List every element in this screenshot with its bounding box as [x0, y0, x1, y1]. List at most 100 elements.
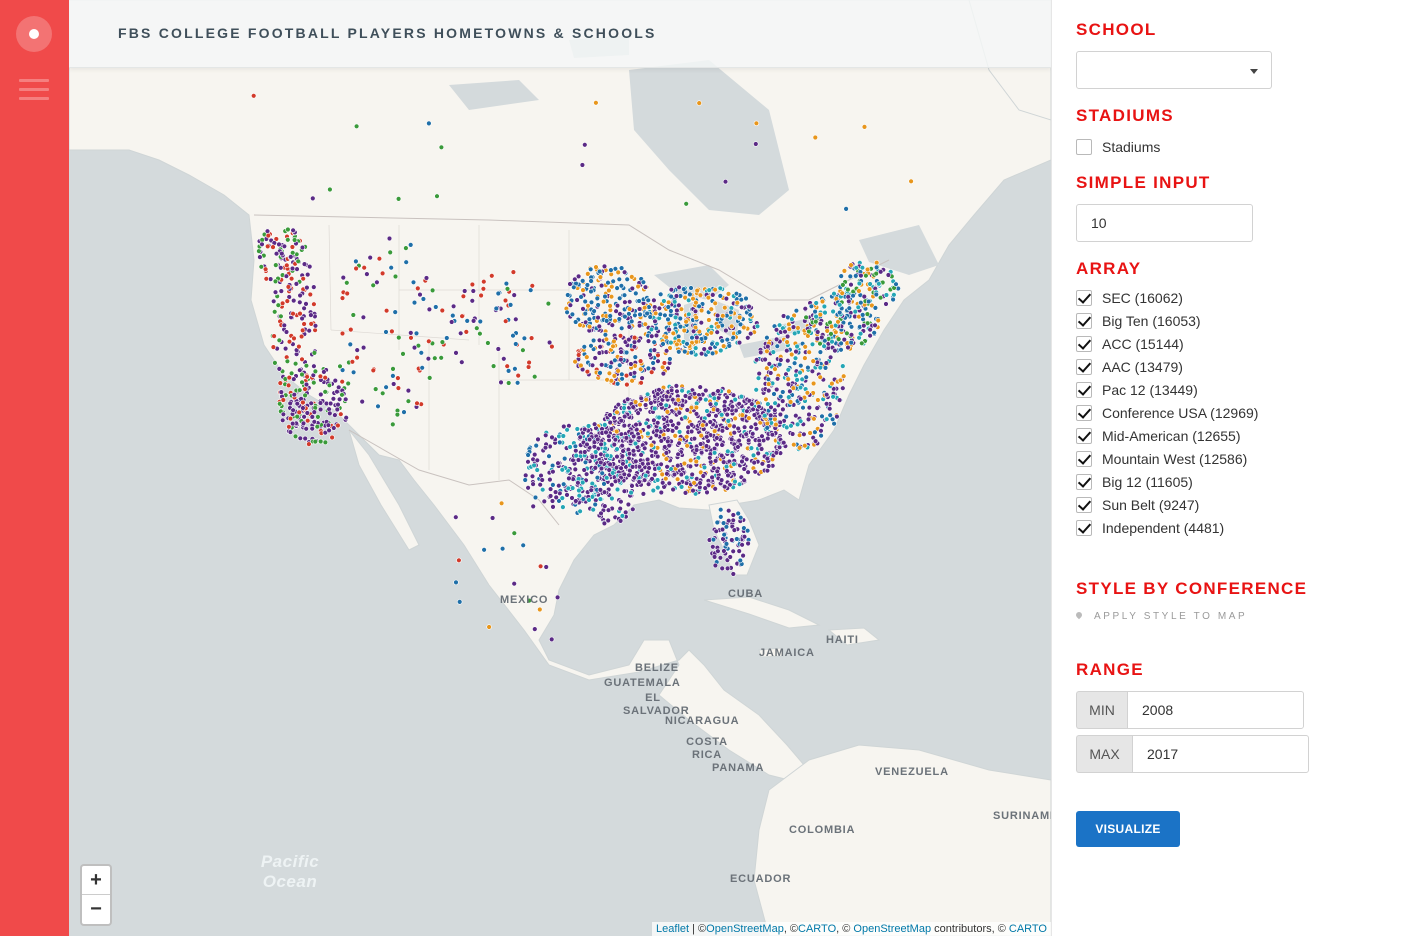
simple-input[interactable]: 10 [1076, 204, 1253, 242]
player-dot [873, 264, 880, 271]
player-dot [383, 308, 390, 314]
conference-label: Sun Belt (9247) [1102, 497, 1200, 513]
player-dot [731, 461, 737, 467]
player-dot [731, 430, 737, 436]
player-dot [891, 292, 897, 298]
player-dot [304, 284, 310, 291]
player-dot [577, 508, 583, 514]
player-dot [364, 271, 370, 277]
player-dot [756, 370, 762, 377]
player-dot [379, 270, 386, 277]
player-dot [772, 407, 778, 413]
player-dot [806, 404, 813, 411]
player-dot [663, 456, 670, 462]
player-dot [575, 457, 582, 463]
player-dot [619, 376, 625, 382]
player-dot [272, 309, 278, 315]
player-dot [603, 475, 610, 481]
player-dot [791, 442, 797, 448]
conference-checkbox[interactable] [1076, 520, 1092, 536]
player-dot [291, 335, 297, 342]
player-dot [305, 418, 311, 424]
player-dot [270, 244, 276, 250]
player-dot [597, 370, 603, 376]
conference-checkbox[interactable] [1076, 405, 1092, 421]
player-dot [719, 442, 725, 448]
player-dot [279, 250, 285, 257]
attribution-osm-link[interactable]: OpenStreetMap [706, 923, 784, 935]
player-dot [863, 273, 869, 279]
player-dot [817, 349, 824, 355]
conference-checkbox[interactable] [1076, 474, 1092, 490]
player-dot [300, 399, 306, 406]
conference-checkbox[interactable] [1076, 359, 1092, 375]
player-dot [560, 433, 566, 439]
player-dot [486, 624, 492, 630]
range-min-input[interactable]: 2008 [1127, 691, 1304, 729]
player-dot [814, 335, 820, 342]
range-max-input[interactable]: 2017 [1132, 735, 1309, 773]
player-dot [591, 421, 598, 427]
player-dot [272, 289, 279, 295]
player-dot [504, 286, 511, 292]
zoom-out-button[interactable]: − [82, 895, 110, 924]
player-dot [359, 398, 365, 405]
player-dot [789, 431, 796, 437]
player-dot [501, 356, 507, 362]
player-dot [698, 450, 705, 456]
visualize-button[interactable]: VISUALIZE [1076, 811, 1180, 847]
player-dot [312, 438, 319, 445]
player-dot [681, 286, 687, 292]
conference-label: Big 12 (11605) [1102, 474, 1193, 490]
school-select[interactable] [1076, 51, 1272, 89]
player-dot [510, 333, 516, 339]
player-dot [584, 354, 590, 360]
player-dot [840, 385, 846, 391]
player-dot [572, 466, 578, 473]
player-dot [294, 266, 300, 272]
player-dot [297, 299, 303, 305]
player-dot [741, 533, 748, 540]
player-dot [317, 406, 324, 413]
player-dot [618, 417, 624, 424]
app-logo-icon[interactable] [16, 16, 52, 52]
hamburger-menu-icon[interactable] [19, 79, 49, 101]
zoom-in-button[interactable]: + [82, 866, 110, 895]
conference-checkbox[interactable] [1076, 290, 1092, 306]
attribution-osm-link-2[interactable]: OpenStreetMap [853, 923, 931, 935]
attribution-leaflet-link[interactable]: Leaflet [656, 923, 689, 935]
conference-checkbox[interactable] [1076, 497, 1092, 513]
player-dot [532, 626, 538, 632]
conference-checkbox[interactable] [1076, 382, 1092, 398]
conference-checkbox[interactable] [1076, 313, 1092, 329]
player-dot [283, 273, 290, 279]
caret-down-icon [1250, 69, 1258, 74]
player-dot [589, 454, 596, 460]
map[interactable]: MEXICO CUBA HAITI JAMAICA BELIZE GUATEMA… [69, 0, 1051, 936]
player-dot [732, 396, 738, 403]
player-dot [705, 295, 712, 301]
attribution-carto-link-2[interactable]: CARTO [1009, 923, 1047, 935]
player-dot [659, 480, 666, 486]
conference-checkbox[interactable] [1076, 428, 1092, 444]
player-dot [265, 232, 272, 239]
player-dot [314, 424, 321, 430]
attribution-carto-link[interactable]: CARTO [798, 923, 836, 935]
player-dot [651, 339, 657, 345]
player-dot [256, 248, 262, 254]
conference-checkbox[interactable] [1076, 336, 1092, 352]
player-dot [603, 429, 609, 436]
conference-checkbox[interactable] [1076, 451, 1092, 467]
player-dot [439, 339, 446, 345]
apply-style-link[interactable]: APPLY STYLE TO MAP [1074, 610, 1247, 622]
player-dot [802, 306, 808, 312]
player-dot [667, 356, 673, 362]
player-dot [349, 359, 356, 365]
player-dot [652, 310, 659, 316]
stadiums-checkbox[interactable] [1076, 139, 1092, 155]
player-dot [620, 448, 626, 454]
player-dot [305, 271, 311, 278]
player-dot [683, 201, 689, 207]
player-dot [780, 389, 786, 395]
player-dot [666, 480, 672, 486]
